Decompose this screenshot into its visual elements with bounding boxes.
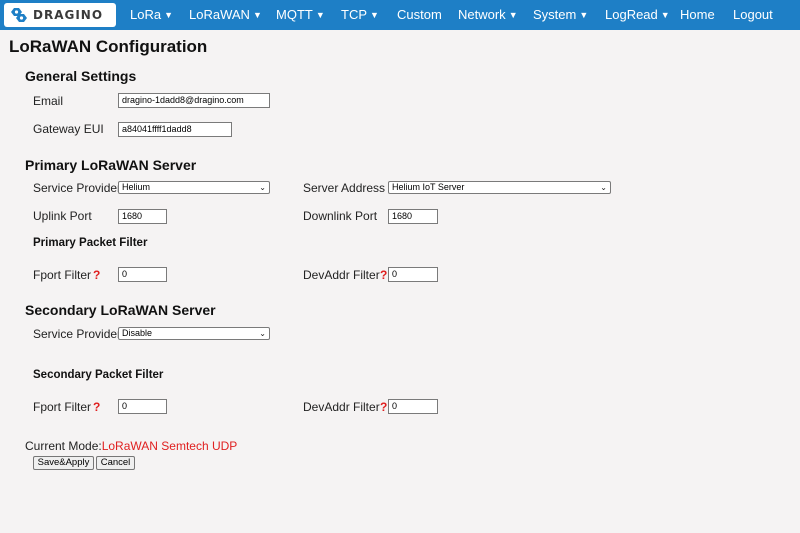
email-label: Email: [33, 94, 64, 108]
nav-network[interactable]: Network ▼: [458, 0, 518, 30]
nav-lorawan-label: LoRaWAN: [189, 7, 250, 22]
top-navbar: DRAGINO LoRa ▼ LoRaWAN ▼ MQTT ▼ TCP ▼ Custom…: [0, 0, 800, 30]
nav-custom-label: Custom: [397, 7, 442, 22]
secondary-server-heading: Secondary LoRaWAN Server: [25, 302, 216, 318]
secondary-provider-select[interactable]: Disable ⌄: [118, 327, 270, 340]
email-field[interactable]: dragino-1dadd8@dragino.com: [118, 93, 270, 108]
gateway-eui-field[interactable]: a84041ffff1dadd8: [118, 122, 232, 137]
nav-logout-label: Logout: [733, 7, 773, 22]
page-title: LoRaWAN Configuration: [9, 37, 208, 56]
save-apply-button[interactable]: Save&Apply: [33, 456, 94, 470]
nav-mqtt[interactable]: MQTT ▼: [276, 0, 325, 30]
chevron-down-icon: ▼: [370, 10, 379, 20]
secondary-fport-field[interactable]: 0: [118, 399, 167, 414]
secondary-devaddr-field[interactable]: 0: [388, 399, 438, 414]
primary-devaddr-field[interactable]: 0: [388, 267, 438, 282]
nav-mqtt-label: MQTT: [276, 7, 313, 22]
chevron-down-icon: ▼: [252, 10, 262, 20]
nav-logout[interactable]: Logout: [733, 0, 773, 30]
primary-provider-label: Service Provider: [33, 181, 122, 195]
secondary-devaddr-help-icon[interactable]: ?: [380, 400, 387, 414]
chevron-down-icon: ⌄: [259, 183, 266, 192]
nav-custom[interactable]: Custom: [397, 0, 442, 30]
nav-logread[interactable]: LogRead ▼: [605, 0, 670, 30]
downlink-port-label: Downlink Port: [303, 209, 378, 223]
downlink-port-field[interactable]: 1680: [388, 209, 438, 224]
server-address-label: Server Address: [303, 181, 386, 195]
secondary-devaddr-label: DevAddr Filter: [303, 400, 380, 414]
current-mode-value: LoRaWAN Semtech UDP: [101, 439, 238, 453]
primary-devaddr-label: DevAddr Filter: [303, 268, 380, 282]
chevron-down-icon: ▼: [660, 10, 670, 20]
current-mode: Current Mode:LoRaWAN Semtech UDP: [25, 439, 237, 453]
chevron-down-icon: ▼: [579, 10, 589, 20]
chevron-down-icon: ⌄: [600, 183, 607, 192]
dragino-logo-icon: [11, 8, 27, 22]
dragino-logo[interactable]: DRAGINO: [4, 3, 116, 27]
chevron-down-icon: ⌄: [259, 329, 266, 338]
nav-lora-label: LoRa: [130, 7, 162, 22]
nav-home[interactable]: Home: [680, 0, 715, 30]
nav-home-label: Home: [680, 7, 715, 22]
primary-fport-label: Fport Filter: [33, 268, 92, 282]
uplink-port-label: Uplink Port: [33, 209, 92, 223]
nav-tcp[interactable]: TCP ▼: [341, 0, 379, 30]
uplink-port-field[interactable]: 1680: [118, 209, 167, 224]
nav-logread-label: LogRead: [605, 7, 658, 22]
nav-network-label: Network: [458, 7, 506, 22]
nav-lora[interactable]: LoRa ▼: [130, 0, 173, 30]
secondary-fport-help-icon[interactable]: ?: [93, 400, 100, 414]
secondary-fport-label: Fport Filter: [33, 400, 92, 414]
nav-system[interactable]: System ▼: [533, 0, 588, 30]
nav-system-label: System: [533, 7, 577, 22]
general-settings-heading: General Settings: [25, 68, 137, 84]
gateway-eui-label: Gateway EUI: [33, 122, 104, 136]
nav-tcp-label: TCP: [341, 7, 367, 22]
server-address-value: Helium IoT Server: [392, 182, 465, 192]
chevron-down-icon: ▼: [508, 10, 518, 20]
primary-filter-heading: Primary Packet Filter: [33, 237, 148, 249]
secondary-filter-heading: Secondary Packet Filter: [33, 369, 164, 381]
primary-fport-field[interactable]: 0: [118, 267, 167, 282]
primary-fport-help-icon[interactable]: ?: [93, 268, 100, 282]
nav-lorawan[interactable]: LoRaWAN ▼: [189, 0, 262, 30]
secondary-provider-label: Service Provider: [33, 327, 122, 341]
primary-devaddr-help-icon[interactable]: ?: [380, 268, 387, 282]
current-mode-label: Current Mode:: [25, 439, 102, 453]
chevron-down-icon: ▼: [315, 10, 325, 20]
primary-provider-value: Helium: [122, 182, 151, 192]
brand-name: DRAGINO: [33, 8, 104, 22]
secondary-provider-value: Disable: [122, 328, 153, 338]
primary-provider-select[interactable]: Helium ⌄: [118, 181, 270, 194]
cancel-button[interactable]: Cancel: [96, 456, 135, 470]
server-address-select[interactable]: Helium IoT Server ⌄: [388, 181, 611, 194]
primary-server-heading: Primary LoRaWAN Server: [25, 157, 197, 173]
chevron-down-icon: ▼: [164, 10, 173, 20]
